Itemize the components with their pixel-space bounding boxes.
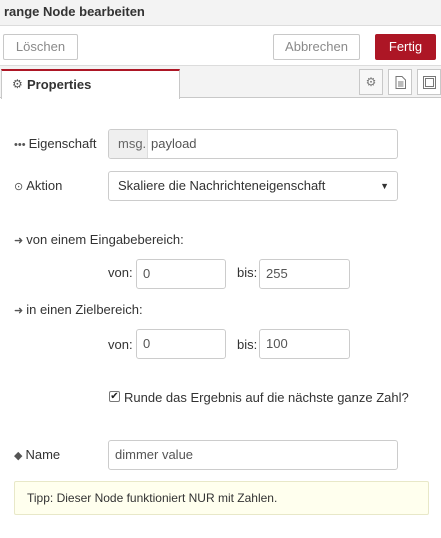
target-to-field[interactable]: 100 xyxy=(259,329,350,359)
dialog-title: range Node bearbeiten xyxy=(4,4,145,19)
caret-down-icon: ▼ xyxy=(380,181,389,191)
file-text-icon xyxy=(395,76,406,89)
target-to-label: bis: xyxy=(237,337,258,352)
tab-settings[interactable]: ⚙ xyxy=(359,69,383,95)
round-checkbox[interactable]: ✔ xyxy=(109,391,120,402)
target-range-label: ➜ in einen Zielbereich: xyxy=(14,302,143,317)
tip-box: Tipp: Dieser Node funktioniert NUR mit Z… xyxy=(14,481,429,515)
property-input[interactable]: msg. payload xyxy=(108,129,398,159)
sign-out-icon: ➜ xyxy=(14,305,24,317)
done-button[interactable]: Fertig xyxy=(375,34,436,60)
action-label: ⊙ Aktion xyxy=(14,178,63,193)
dot-circle-icon: ⊙ xyxy=(14,181,24,193)
delete-button[interactable]: Löschen xyxy=(3,34,78,60)
action-select-value: Skaliere die Nachrichteneigenschaft xyxy=(118,178,326,193)
window-icon xyxy=(422,76,436,89)
round-label: Runde das Ergebnis auf die nächste ganze… xyxy=(124,390,409,405)
ellipsis-icon: ••• xyxy=(14,139,26,151)
tag-icon: ◆ xyxy=(14,450,23,462)
property-value[interactable]: payload xyxy=(151,130,197,158)
sign-in-icon: ➜ xyxy=(14,235,24,247)
name-label: ◆ Name xyxy=(14,447,61,462)
property-label: ••• Eigenschaft xyxy=(14,136,97,151)
action-select[interactable]: Skaliere die Nachrichteneigenschaft ▼ xyxy=(108,171,398,201)
gear-icon: ⚙ xyxy=(365,75,377,89)
tab-appearance[interactable] xyxy=(417,69,441,95)
target-from-field[interactable]: 0 xyxy=(136,329,226,359)
tab-description[interactable] xyxy=(388,69,412,95)
target-from-label: von: xyxy=(108,337,133,352)
input-to-label: bis: xyxy=(237,265,258,280)
dialog-toolbar: Löschen Abbrechen Fertig xyxy=(0,26,441,66)
input-to-field[interactable]: 255 xyxy=(259,259,350,289)
tab-properties[interactable]: ⚙ Properties xyxy=(1,69,180,99)
input-range-label: ➜ von einem Eingabebereich: xyxy=(14,232,184,247)
tab-bar: ⚙ Properties ⚙ xyxy=(0,66,441,99)
cancel-button[interactable]: Abbrechen xyxy=(273,34,360,60)
tab-properties-label: Properties xyxy=(27,77,92,92)
gear-icon: ⚙ xyxy=(12,77,23,91)
property-type-prefix[interactable]: msg. xyxy=(109,130,148,158)
input-from-label: von: xyxy=(108,265,133,280)
dialog-titlebar: range Node bearbeiten xyxy=(0,0,441,26)
name-field[interactable]: dimmer value xyxy=(108,440,398,470)
input-from-field[interactable]: 0 xyxy=(136,259,226,289)
